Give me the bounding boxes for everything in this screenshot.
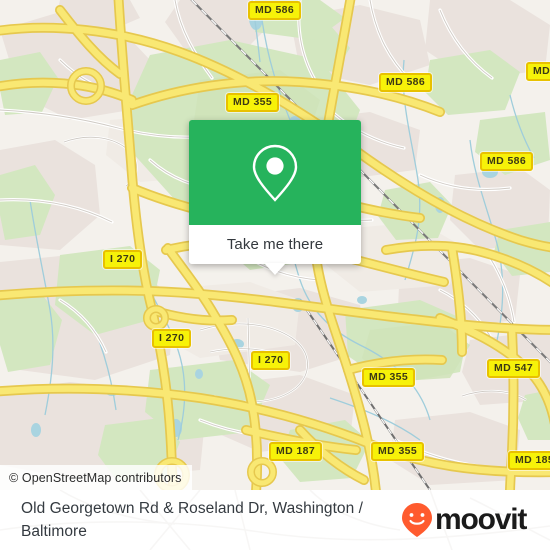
road-shield: MD 547 [487,359,541,378]
location-title: Old Georgetown Rd & Roseland Dr, Washing… [21,500,363,540]
take-me-there-label: Take me there [226,236,324,253]
map-screenshot: MD 586 MD 586 MD MD 355 MD 586 I 270 I 2… [0,0,550,550]
map-attribution[interactable]: © OpenStreetMap contributors [0,465,192,490]
road-shield: MD 586 [248,1,302,20]
road-shield: MD 586 [480,152,534,171]
moovit-wordmark: moovit [435,503,527,536]
card-pin-area [189,120,361,225]
road-shield: MD [526,62,550,81]
footer-bar: Old Georgetown Rd & Roseland Dr, Washing… [0,490,550,550]
moovit-pin-icon [402,503,432,537]
attribution-text: © OpenStreetMap contributors [9,470,182,485]
moovit-logo[interactable]: moovit [400,502,527,538]
road-shield: I 270 [152,329,192,348]
road-shield: MD 185 [508,451,550,470]
road-shield: MD 586 [379,73,433,92]
road-shield: MD 355 [362,368,416,387]
road-shield: MD 355 [371,442,425,461]
map-canvas[interactable]: MD 586 MD 586 MD MD 355 MD 586 I 270 I 2… [0,0,550,490]
card-pointer-tail [264,263,286,275]
road-shield: I 270 [103,250,143,269]
take-me-there-card[interactable]: Take me there [189,120,361,275]
road-shield: MD 187 [269,442,323,461]
map-pin-icon [252,144,298,202]
road-shield: I 270 [251,351,291,370]
road-shield: MD 355 [226,93,280,112]
card-action-area[interactable]: Take me there [189,225,361,275]
